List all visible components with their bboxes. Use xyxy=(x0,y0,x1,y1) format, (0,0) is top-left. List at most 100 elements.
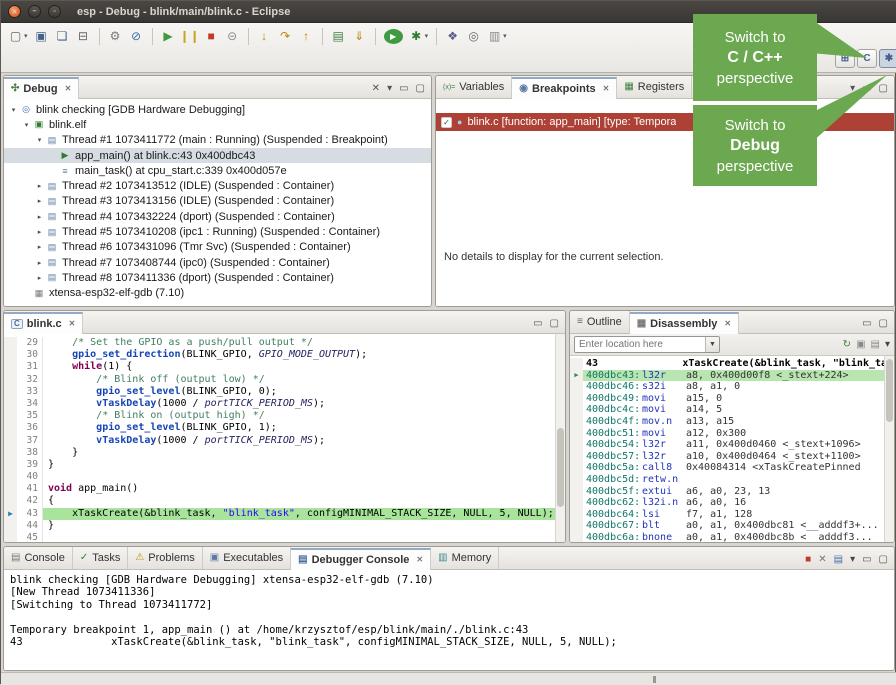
new-wizard-icon[interactable]: ▢ xyxy=(6,27,25,46)
tab-variables[interactable]: (x)=Variables xyxy=(436,76,512,98)
code-line[interactable]: ▶43 xTaskCreate(&blink_task, "blink_task… xyxy=(4,508,565,520)
debug-tree-item[interactable]: ▦xtensa-esp32-elf-gdb (7.10) xyxy=(4,286,431,301)
minimize-icon[interactable]: ▭ xyxy=(862,555,871,565)
disassembly-row[interactable]: 400dbc5d:retw.n xyxy=(570,474,894,486)
disassembly-row[interactable]: 400dbc5f:extuia6, a0, 23, 13 xyxy=(570,486,894,498)
step-return-icon[interactable]: ↑ xyxy=(297,27,316,46)
combo-dropdown-icon[interactable]: ▼ xyxy=(705,337,719,352)
tab-blink-c[interactable]: Cblink.c✕ xyxy=(4,312,83,334)
disassembly-row[interactable]: 400dbc5a:call80x40084314 <xTaskCreatePin… xyxy=(570,462,894,474)
disassembly-row[interactable]: 400dbc46:s32ia8, a1, 0 xyxy=(570,381,894,393)
code-line[interactable]: 45 xyxy=(4,532,565,542)
maximize-icon[interactable]: ▢ xyxy=(416,84,425,94)
debug-tree-item[interactable]: ▸▤Thread #6 1073431096 (Tmr Svc) (Suspen… xyxy=(4,240,431,255)
drop-to-frame-icon[interactable]: ⇓ xyxy=(350,27,369,46)
display-selected-console-icon[interactable]: ▤ xyxy=(834,555,843,565)
debug-tree-item[interactable]: ▸▤Thread #3 1073413156 (IDLE) (Suspended… xyxy=(4,194,431,209)
tab-memory[interactable]: ▥Memory xyxy=(431,547,499,569)
maximize-icon[interactable]: ▢ xyxy=(879,84,888,94)
maximize-icon[interactable]: ▢ xyxy=(879,555,888,565)
expand-arrow-icon[interactable]: ▸ xyxy=(34,274,45,282)
save-all-icon[interactable]: ❏ xyxy=(53,27,72,46)
disconnect-icon[interactable]: ⊝ xyxy=(223,27,242,46)
code-line[interactable]: 33 gpio_set_level(BLINK_GPIO, 0); xyxy=(4,386,565,398)
debug-perspective-button[interactable]: ✱ xyxy=(879,49,896,68)
sync-with-pc-icon[interactable]: ▤ xyxy=(871,340,880,350)
debug-tree-item[interactable]: ▸▤Thread #7 1073408744 (ipc0) (Suspended… xyxy=(4,255,431,270)
terminate-icon[interactable]: ■ xyxy=(805,555,811,565)
breakpoint-row[interactable]: ✓ ● blink.c [function: app_main] [type: … xyxy=(436,113,894,131)
disassembly-row[interactable]: 400dbc67:blta0, a1, 0x400dbc81 <__adddf3… xyxy=(570,520,894,532)
code-line[interactable]: 38 } xyxy=(4,447,565,459)
run-icon[interactable]: ▶ xyxy=(384,29,403,44)
view-menu-icon[interactable]: ▾ xyxy=(850,84,855,94)
window-maximize-button[interactable]: ▫ xyxy=(48,5,61,18)
debug-tree-item[interactable]: ▸▤Thread #2 1073413512 (IDLE) (Suspended… xyxy=(4,178,431,193)
code-line[interactable]: 32 /* Blink off (output low) */ xyxy=(4,374,565,386)
breakpoint-checkbox[interactable]: ✓ xyxy=(441,117,452,128)
remove-launch-icon[interactable]: ✕ xyxy=(818,555,826,565)
new-wizard-dropdown-icon[interactable]: ▾ xyxy=(24,32,28,40)
debug-tree-item[interactable]: ▾▣blink.elf xyxy=(4,117,431,132)
print-icon[interactable]: ⊟ xyxy=(74,27,93,46)
tab-breakpoints[interactable]: ◉Breakpoints✕ xyxy=(512,77,617,99)
code-line[interactable]: 39} xyxy=(4,459,565,471)
debug-tree-item[interactable]: ▸▤Thread #5 1073410208 (ipc1 : Running) … xyxy=(4,224,431,239)
debug-dropdown-icon[interactable]: ▾ xyxy=(425,32,429,40)
debug-tree-item[interactable]: ▸▤Thread #8 1073411336 (dport) (Suspende… xyxy=(4,270,431,285)
refresh-icon[interactable]: ↻ xyxy=(843,340,851,350)
code-line[interactable]: 30 gpio_set_direction(BLINK_GPIO, GPIO_M… xyxy=(4,349,565,361)
collapse-arrow-icon[interactable]: ▾ xyxy=(21,121,32,129)
location-combo[interactable]: ▼ xyxy=(574,336,720,353)
tab-debug[interactable]: ✣Debug✕ xyxy=(4,77,79,99)
code-line[interactable]: 40 xyxy=(4,471,565,483)
debug-tree-item[interactable]: ▸▤Thread #4 1073432224 (dport) (Suspende… xyxy=(4,209,431,224)
annotations-icon[interactable]: ▥ xyxy=(485,27,504,46)
disassembly-scrollbar[interactable] xyxy=(884,356,894,542)
code-line[interactable]: 31 while(1) { xyxy=(4,361,565,373)
code-line[interactable]: 34 vTaskDelay(1000 / portTICK_PERIOD_MS)… xyxy=(4,398,565,410)
disassembly-row[interactable]: 43 xTaskCreate(&blink_task, "blink_tas xyxy=(570,358,894,370)
close-icon[interactable]: ✕ xyxy=(69,319,76,328)
disassembly-row[interactable]: 400dbc62:l32i.na6, a0, 16 xyxy=(570,497,894,509)
expand-arrow-icon[interactable]: ▸ xyxy=(34,259,45,267)
minimize-icon[interactable]: ▭ xyxy=(862,84,871,94)
expand-arrow-icon[interactable]: ▸ xyxy=(34,243,45,251)
disassembly-row[interactable]: 400dbc4f:mov.na13, a15 xyxy=(570,416,894,428)
expand-arrow-icon[interactable]: ▸ xyxy=(34,213,45,221)
build-icon[interactable]: ⚙ xyxy=(106,27,125,46)
expand-arrow-icon[interactable]: ▸ xyxy=(34,228,45,236)
code-line[interactable]: 42{ xyxy=(4,495,565,507)
tab-executables[interactable]: ▣Executables xyxy=(203,547,291,569)
search-icon[interactable]: ◎ xyxy=(464,27,483,46)
tab-registers[interactable]: ▦Registers xyxy=(617,76,692,98)
editor-scrollbar[interactable] xyxy=(555,334,565,542)
close-icon[interactable]: ✕ xyxy=(603,84,610,93)
maximize-icon[interactable]: ▢ xyxy=(879,319,888,329)
minimize-icon[interactable]: ▭ xyxy=(533,319,542,329)
expand-arrow-icon[interactable]: ▸ xyxy=(34,197,45,205)
cpp-perspective-button[interactable]: C xyxy=(857,49,877,68)
close-icon[interactable]: ✕ xyxy=(65,84,72,93)
step-into-icon[interactable]: ↓ xyxy=(255,27,274,46)
disassembly-row[interactable]: 400dbc57:l32ra10, 0x400d0464 <_stext+110… xyxy=(570,451,894,463)
minimize-icon[interactable]: ▭ xyxy=(399,84,408,94)
disassembly-row[interactable]: 400dbc54:l32ra11, 0x400d0460 <_stext+109… xyxy=(570,439,894,451)
open-perspective-button[interactable]: ⊞ xyxy=(835,49,855,68)
disassembly-row[interactable]: 400dbc6a:bnonea0, a1, 0x400dbc8b <__addd… xyxy=(570,532,894,542)
disassembly-row[interactable]: 400dbc51:movia12, 0x300 xyxy=(570,428,894,440)
save-icon[interactable]: ▣ xyxy=(32,27,51,46)
code-line[interactable]: 44} xyxy=(4,520,565,532)
tab-debugger-console[interactable]: ▤Debugger Console✕ xyxy=(291,548,431,570)
view-menu-icon[interactable]: ▾ xyxy=(387,84,392,94)
open-console-dropdown-icon[interactable]: ▾ xyxy=(850,555,855,565)
show-source-icon[interactable]: ▣ xyxy=(856,340,865,350)
debug-tree-item[interactable]: ▾▤Thread #1 1073411772 (main : Running) … xyxy=(4,133,431,148)
code-line[interactable]: 36 gpio_set_level(BLINK_GPIO, 1); xyxy=(4,422,565,434)
debug-icon[interactable]: ✱ xyxy=(407,27,426,46)
location-input[interactable] xyxy=(575,337,705,352)
resume-icon[interactable]: ▶ xyxy=(159,27,178,46)
tab-console[interactable]: ▤Console xyxy=(4,547,73,569)
disassembly-row[interactable]: 400dbc49:movia15, 0 xyxy=(570,393,894,405)
debug-tree-item[interactable]: ▶app_main() at blink.c:43 0x400dbc43 xyxy=(4,148,431,163)
